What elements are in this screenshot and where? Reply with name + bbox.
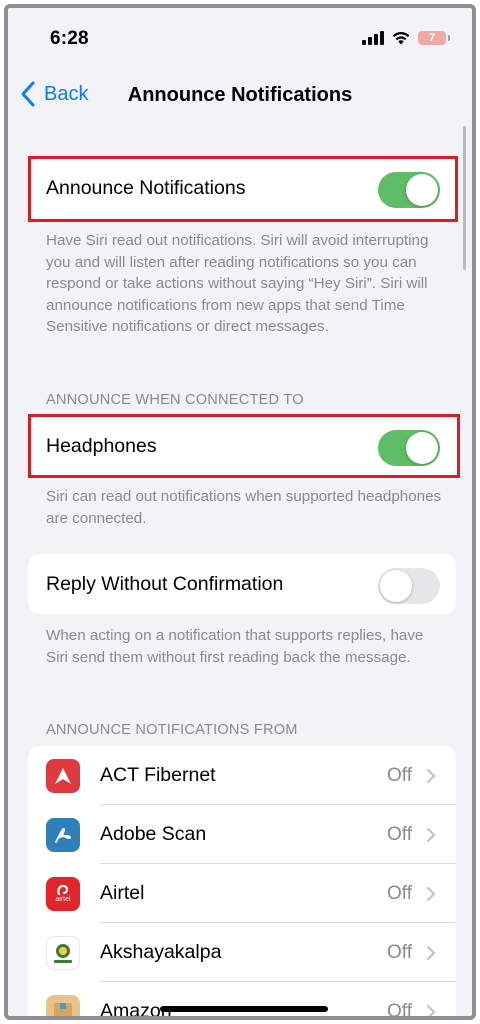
app-status: Off (387, 883, 412, 904)
list-item-amazon[interactable]: Amazon Off (28, 982, 456, 1020)
chevron-right-icon (426, 1004, 436, 1016)
act-fibernet-icon (46, 759, 80, 793)
amazon-icon (46, 995, 80, 1016)
highlight-box-announce (28, 156, 458, 222)
scroll-indicator (463, 126, 466, 270)
status-bar: 6:28 7 (8, 8, 472, 66)
app-status: Off (387, 942, 412, 963)
battery-level: 7 (428, 31, 436, 44)
connected-section-header: ANNOUNCE WHEN CONNECTED TO (46, 392, 304, 408)
status-time: 6:28 (50, 28, 89, 49)
chevron-right-icon (426, 768, 436, 784)
cellular-signal-icon (362, 30, 384, 45)
app-name: Akshayakalpa (100, 941, 222, 963)
chevron-right-icon (426, 886, 436, 902)
page-title: Announce Notifications (127, 84, 353, 106)
chevron-right-icon (426, 827, 436, 843)
adobe-scan-icon (46, 818, 80, 852)
wifi-icon (392, 31, 410, 45)
toggle-knob (380, 570, 412, 602)
reply-cell: Reply Without Confirmation (28, 554, 456, 614)
highlight-box-headphones (28, 414, 460, 478)
status-icons: 7 (362, 30, 450, 45)
navigation-bar: Back Announce Notifications (8, 70, 472, 122)
list-item-airtel[interactable]: airtel Airtel Off (28, 864, 456, 923)
list-item-akshayakalpa[interactable]: Akshayakalpa Off (28, 923, 456, 982)
battery-icon: 7 (418, 30, 450, 45)
announce-notifications-footer: Have Siri read out notifications. Siri w… (46, 232, 429, 335)
app-status: Off (387, 824, 412, 845)
airtel-icon-text: airtel (55, 896, 71, 903)
headphones-footer: Siri can read out notifications when sup… (46, 488, 442, 527)
reply-label: Reply Without Confirmation (46, 572, 284, 595)
reply-without-confirmation-toggle[interactable] (378, 568, 440, 604)
app-name: Airtel (100, 882, 145, 904)
app-status: Off (387, 765, 412, 786)
airtel-icon: airtel (46, 877, 80, 911)
app-name: ACT Fibernet (100, 764, 216, 786)
list-item-act-fibernet[interactable]: ACT Fibernet Off (28, 746, 456, 805)
apps-section-header: ANNOUNCE NOTIFICATIONS FROM (46, 722, 298, 738)
app-status: Off (387, 1001, 412, 1020)
home-indicator[interactable] (160, 1006, 328, 1012)
phone-screen: 6:28 7 Back Announce Notifications Annou… (4, 4, 476, 1020)
reply-group: Reply Without Confirmation (28, 554, 456, 614)
apps-list: ACT Fibernet Off Adobe Scan Off airtel A… (28, 746, 456, 1020)
reply-footer: When acting on a notification that suppo… (46, 627, 424, 666)
akshayakalpa-icon (46, 936, 80, 970)
chevron-right-icon (426, 945, 436, 961)
list-item-adobe-scan[interactable]: Adobe Scan Off (28, 805, 456, 864)
app-name: Adobe Scan (100, 823, 207, 845)
